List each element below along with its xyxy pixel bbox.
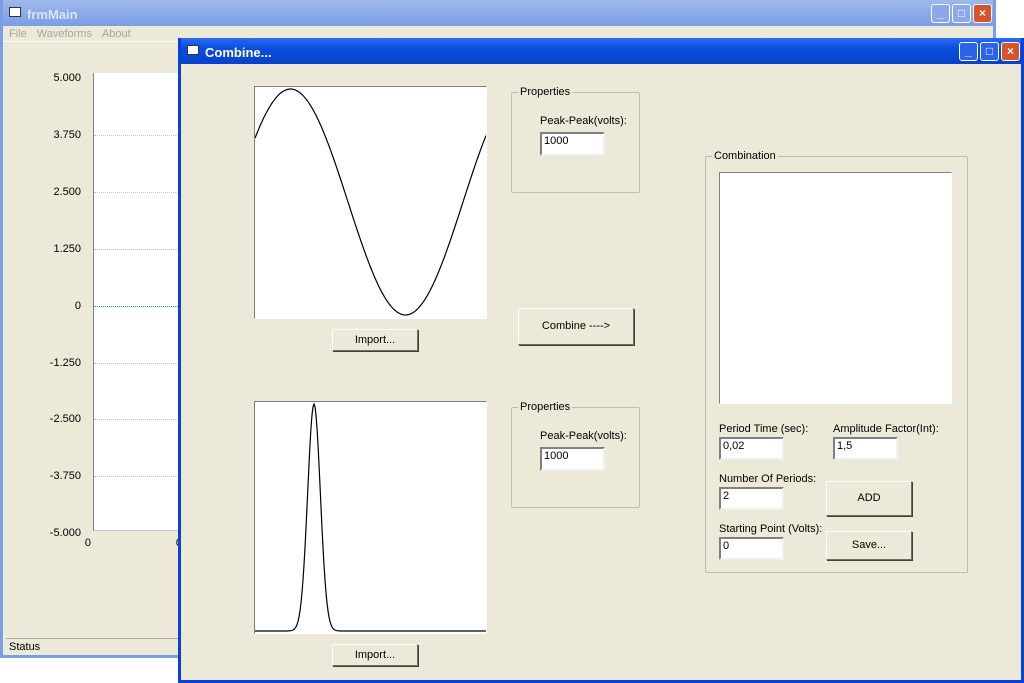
combination-plot bbox=[719, 172, 952, 404]
save-button[interactable]: Save... bbox=[826, 531, 912, 560]
peak-peak-label: Peak-Peak(volts): bbox=[540, 430, 627, 442]
amplitude-factor-label: Amplitude Factor(Int): bbox=[833, 423, 939, 435]
y-tick: 0 bbox=[74, 299, 81, 312]
amplitude-factor-input[interactable]: 1,5 bbox=[833, 437, 898, 460]
y-tick: 1.250 bbox=[53, 242, 81, 255]
gridline bbox=[94, 476, 184, 478]
menu-file[interactable]: File bbox=[9, 28, 27, 40]
periods-input[interactable]: 2 bbox=[719, 487, 784, 510]
gridline bbox=[94, 419, 184, 421]
waveform1-line bbox=[254, 88, 487, 316]
peak-peak2-input[interactable]: 1000 bbox=[540, 447, 605, 471]
gridline bbox=[94, 248, 184, 250]
gridline bbox=[94, 134, 184, 136]
peak-peak1-input[interactable]: 1000 bbox=[540, 132, 605, 156]
group-legend: Properties bbox=[518, 401, 573, 413]
close-button[interactable]: × bbox=[973, 4, 992, 23]
app-icon bbox=[187, 45, 199, 55]
minimize-button[interactable]: _ bbox=[959, 42, 978, 61]
properties1-group: Properties Peak-Peak(volts): 1000 bbox=[511, 86, 640, 193]
dialog-title: Combine... bbox=[205, 45, 272, 60]
waveform1-plot bbox=[254, 86, 487, 319]
maximize-button[interactable]: □ bbox=[952, 4, 971, 23]
periods-label: Number Of Periods: bbox=[719, 473, 817, 485]
x-tick: 0 bbox=[122, 537, 182, 549]
dialog-title-bar[interactable]: Combine... _ □ × bbox=[181, 38, 1021, 64]
period-time-label: Period Time (sec): bbox=[719, 423, 809, 435]
gridline bbox=[94, 362, 184, 364]
y-tick: 5.000 bbox=[53, 72, 81, 84]
close-button[interactable]: × bbox=[1001, 42, 1020, 61]
maximize-button[interactable]: □ bbox=[980, 42, 999, 61]
import2-button[interactable]: Import... bbox=[332, 644, 418, 666]
import1-button[interactable]: Import... bbox=[332, 329, 418, 351]
waveform2-line bbox=[255, 402, 486, 632]
starting-point-label: Starting Point (Volts): bbox=[719, 523, 823, 535]
y-tick: 3.750 bbox=[53, 128, 81, 141]
combine-dialog: Combine... _ □ × Import... Import... Pro… bbox=[178, 38, 1024, 683]
main-title-bar[interactable]: frmMain _ □ × bbox=[3, 0, 993, 26]
main-title: frmMain bbox=[27, 7, 78, 22]
add-button[interactable]: ADD bbox=[826, 481, 912, 516]
peak-peak-label: Peak-Peak(volts): bbox=[540, 115, 627, 127]
status-text: Status bbox=[9, 641, 41, 653]
combination-group: Combination Period Time (sec): 0,02 Ampl… bbox=[705, 150, 968, 573]
x-tick: 0 bbox=[84, 537, 91, 549]
gridline bbox=[94, 191, 184, 193]
properties2-group: Properties Peak-Peak(volts): 1000 bbox=[511, 401, 640, 508]
waveform2-plot bbox=[254, 401, 487, 634]
menu-waveforms[interactable]: Waveforms bbox=[37, 28, 92, 40]
y-tick: -2.500 bbox=[49, 413, 81, 426]
gridline bbox=[94, 305, 184, 307]
app-icon bbox=[9, 7, 21, 17]
minimize-button[interactable]: _ bbox=[931, 4, 950, 23]
menu-about[interactable]: About bbox=[102, 28, 131, 40]
y-tick: -3.750 bbox=[49, 470, 81, 483]
group-legend: Properties bbox=[518, 86, 573, 98]
combine-button[interactable]: Combine ----> bbox=[518, 308, 634, 345]
period-time-input[interactable]: 0,02 bbox=[719, 437, 784, 460]
y-tick: 2.500 bbox=[53, 185, 81, 198]
y-tick: -1.250 bbox=[49, 356, 81, 369]
group-legend: Combination bbox=[712, 150, 778, 162]
menu-bar: File Waveforms About bbox=[9, 28, 141, 40]
starting-point-input[interactable]: 0 bbox=[719, 537, 784, 560]
